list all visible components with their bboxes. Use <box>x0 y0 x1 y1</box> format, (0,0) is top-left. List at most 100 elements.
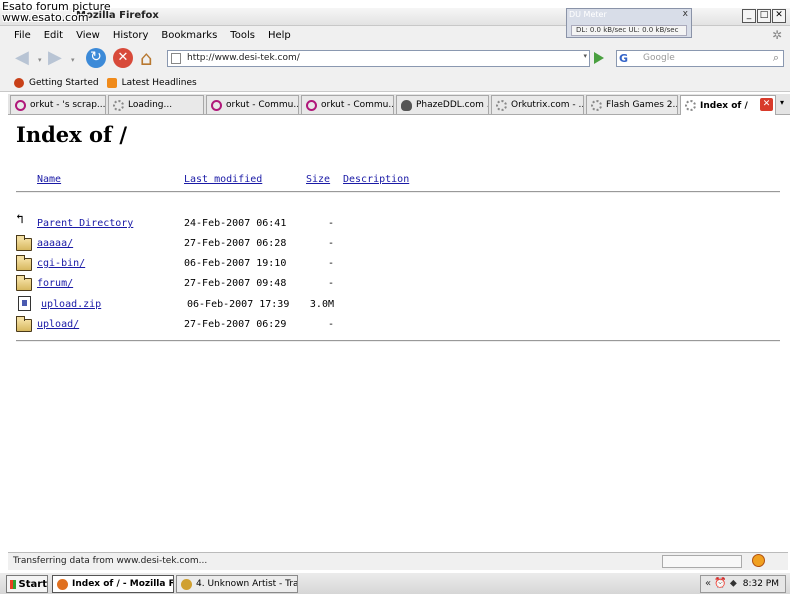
table-row: forum/ 27-Feb-2007 09:48 - <box>8 275 784 296</box>
throbber-icon: ✲ <box>771 28 782 42</box>
page-icon <box>171 53 181 64</box>
entry-size: - <box>327 218 334 229</box>
entry-link[interactable]: Parent Directory <box>37 218 133 229</box>
entry-modified: 06-Feb-2007 19:10 <box>184 258 287 269</box>
entry-modified: 06-Feb-2007 17:39 <box>187 299 290 310</box>
du-meter-title: DU Meter <box>569 10 607 19</box>
menu-view[interactable]: View <box>76 30 100 41</box>
table-row: aaaaa/ 27-Feb-2007 06:28 - <box>8 235 784 256</box>
address-dropdown-icon[interactable]: ▾ <box>583 52 587 60</box>
start-button[interactable]: Start <box>6 575 48 593</box>
du-meter-widget[interactable]: DU Meter x DL: 0.0 kB/sec UL: 0.0 kB/sec <box>566 8 692 38</box>
entry-modified: 27-Feb-2007 09:48 <box>184 278 287 289</box>
menu-tools[interactable]: Tools <box>230 30 255 41</box>
taskbar-item-firefox[interactable]: Index of / - Mozilla Fir... <box>52 575 174 593</box>
bookmark-latest-headlines[interactable]: Latest Headlines <box>106 77 197 88</box>
entry-modified: 27-Feb-2007 06:29 <box>184 319 287 330</box>
zip-file-icon <box>18 296 31 311</box>
folder-icon <box>16 275 32 291</box>
forward-dropdown-icon[interactable]: ▾ <box>71 56 75 64</box>
maximize-button[interactable]: □ <box>757 9 771 23</box>
system-tray: « ⏰ ⬥ 8:32 PM <box>700 575 786 593</box>
menu-history[interactable]: History <box>113 30 149 41</box>
entry-size: - <box>327 238 334 249</box>
orkut-icon <box>15 99 26 111</box>
table-row: upload.zip 06-Feb-2007 17:39 3.0M <box>8 296 784 317</box>
close-button[interactable]: ✕ <box>772 9 786 23</box>
entry-link[interactable]: aaaaa/ <box>37 238 73 249</box>
search-icon[interactable]: ⌕ <box>773 51 779 65</box>
menu-bookmarks[interactable]: Bookmarks <box>161 30 217 41</box>
entry-link[interactable]: cgi-bin/ <box>37 258 85 269</box>
entry-link[interactable]: upload.zip <box>41 299 101 310</box>
column-header-description[interactable]: Description <box>343 174 409 185</box>
menu-edit[interactable]: Edit <box>44 30 63 41</box>
page-title: Index of / <box>16 122 127 147</box>
home-button[interactable]: ⌂ <box>140 48 153 68</box>
entry-modified: 24-Feb-2007 06:41 <box>184 218 287 229</box>
loading-icon <box>685 100 696 111</box>
footer-divider <box>16 340 780 342</box>
tab-list-chevron-down-icon[interactable]: ▾ <box>780 98 784 107</box>
tab-orkutrix[interactable]: Orkutrix.com - ... <box>491 95 584 114</box>
tab-close-icon[interactable]: ✕ <box>760 98 773 111</box>
firefox-icon <box>57 578 68 590</box>
table-row: upload/ 27-Feb-2007 06:29 - <box>8 316 784 337</box>
minimize-button[interactable]: _ <box>742 9 756 23</box>
google-icon[interactable]: G <box>619 52 628 65</box>
rss-icon <box>106 77 117 88</box>
address-bar[interactable]: http://www.desi-tek.com/ ▾ <box>167 50 590 67</box>
folder-icon <box>16 255 32 271</box>
entry-size: - <box>327 278 334 289</box>
tab-orkut-scrap[interactable]: orkut - 's scrap... <box>10 95 106 114</box>
entry-size: - <box>327 258 334 269</box>
stop-button[interactable]: ✕ <box>113 48 133 68</box>
tab-bar: orkut - 's scrap... Loading... orkut - C… <box>8 94 790 115</box>
skull-icon <box>401 99 412 111</box>
tab-orkut-community-2[interactable]: orkut - Commu... <box>301 95 394 114</box>
back-arrow-icon: ↰ <box>16 212 24 227</box>
back-button[interactable]: ◀ <box>15 48 29 68</box>
page-content: Index of / Name Last modified Size Descr… <box>8 116 784 552</box>
column-header-name[interactable]: Name <box>37 174 61 185</box>
window-controls: _ □ ✕ <box>742 9 786 23</box>
menu-help[interactable]: Help <box>268 30 291 41</box>
orkut-icon <box>211 99 222 111</box>
clock[interactable]: 8:32 PM <box>743 579 779 589</box>
orkut-icon <box>306 99 317 111</box>
column-header-size[interactable]: Size <box>306 174 330 185</box>
bookmarks-toolbar: Getting Started Latest Headlines <box>0 74 790 92</box>
table-row: cgi-bin/ 06-Feb-2007 19:10 - <box>8 255 784 276</box>
back-dropdown-icon[interactable]: ▾ <box>38 56 42 64</box>
tray-icons[interactable]: « ⏰ ⬥ <box>705 578 737 589</box>
status-text: Transferring data from www.desi-tek.com.… <box>13 556 208 566</box>
column-header-last-modified[interactable]: Last modified <box>184 174 262 185</box>
tab-flash-games[interactable]: Flash Games 2... <box>586 95 678 114</box>
bookmark-getting-started[interactable]: Getting Started <box>14 77 99 88</box>
address-url[interactable]: http://www.desi-tek.com/ <box>187 53 300 63</box>
reload-button[interactable]: ↻ <box>86 48 106 68</box>
windows-logo-icon <box>10 579 16 589</box>
progress-bar <box>662 555 742 568</box>
navigation-toolbar: ◀ ▾ ▶ ▾ ↻ ✕ ⌂ http://www.desi-tek.com/ ▾… <box>0 44 790 74</box>
entry-modified: 27-Feb-2007 06:28 <box>184 238 287 249</box>
entry-link[interactable]: upload/ <box>37 319 79 330</box>
entry-size: 3.0M <box>309 299 334 310</box>
go-button[interactable] <box>594 52 604 64</box>
table-row: ↰ Parent Directory 24-Feb-2007 06:41 - <box>8 212 784 236</box>
taskbar-item-media-player[interactable]: 4. Unknown Artist - Trac... <box>176 575 298 593</box>
menu-file[interactable]: File <box>14 30 31 41</box>
loading-icon <box>496 99 507 111</box>
du-meter-close-icon[interactable]: x <box>683 9 688 19</box>
forward-button[interactable]: ▶ <box>48 48 62 68</box>
watermark: Esato forum picture www.esato.com <box>2 0 111 24</box>
tab-phazeddl[interactable]: PhazeDDL.com ... <box>396 95 489 114</box>
tab-orkut-community-1[interactable]: orkut - Commu... <box>206 95 299 114</box>
search-input[interactable]: G Google ⌕ <box>616 50 784 67</box>
firefox-icon <box>14 77 24 88</box>
tab-loading[interactable]: Loading... <box>108 95 204 114</box>
folder-icon <box>16 235 32 251</box>
entry-link[interactable]: forum/ <box>37 278 73 289</box>
smiley-icon[interactable] <box>752 554 765 567</box>
folder-icon <box>16 316 32 332</box>
